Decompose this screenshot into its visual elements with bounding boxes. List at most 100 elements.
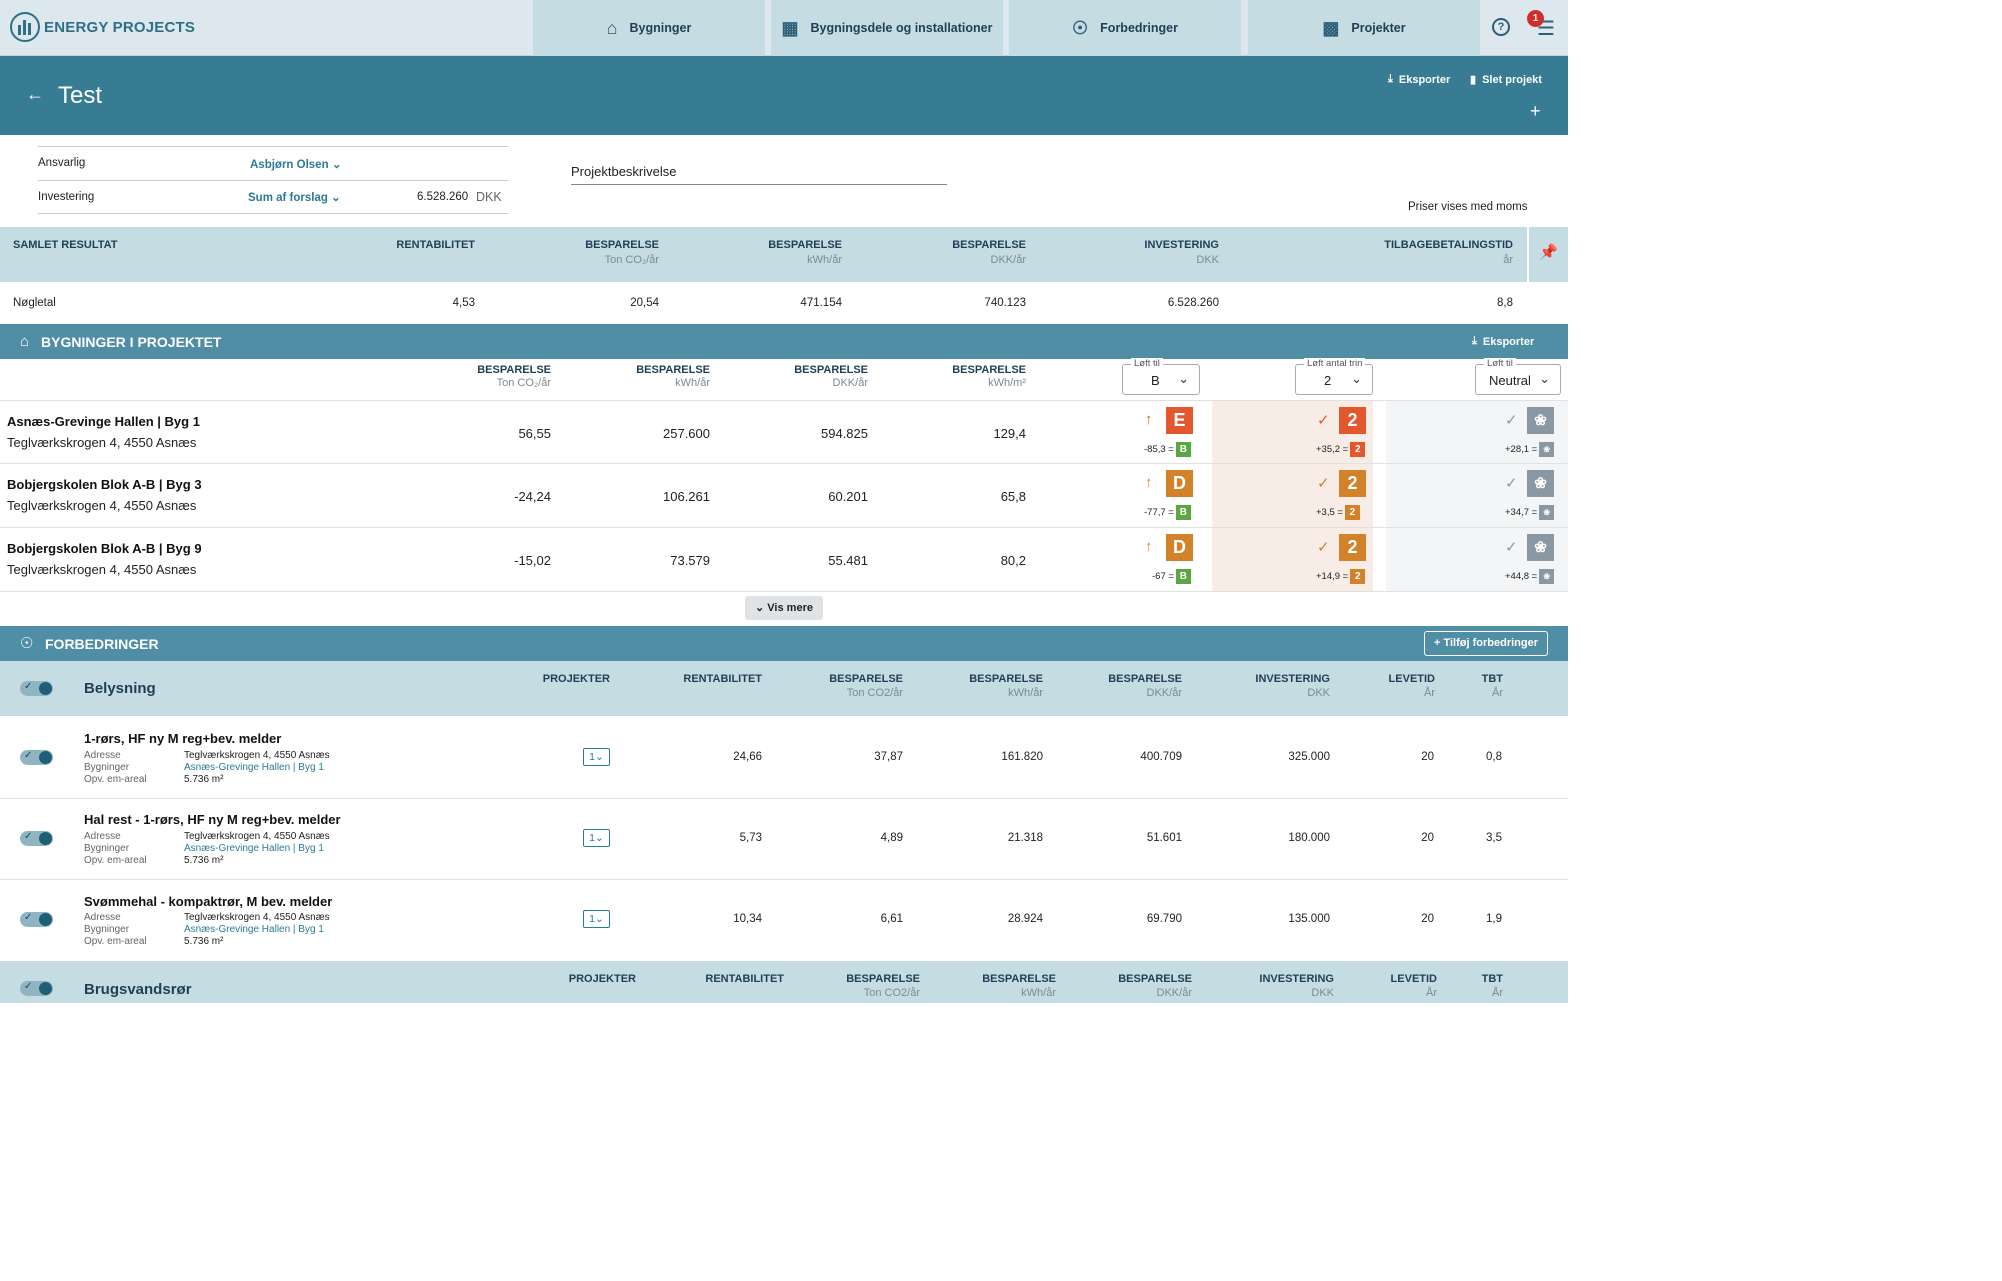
divider — [38, 213, 508, 214]
pin-icon[interactable]: 📌 — [1527, 227, 1568, 282]
nav-tab-bygninger[interactable]: ⌂ Bygninger — [533, 0, 765, 56]
export-label: Eksporter — [1398, 73, 1451, 86]
item-toggle[interactable]: ✓ — [20, 750, 53, 765]
summary-value: 4,53 — [452, 297, 475, 309]
check-icon: ✓ — [1505, 475, 1518, 492]
energy-label-tile: D — [1166, 470, 1193, 497]
app-logo[interactable]: ENERGY PROJECTS — [10, 12, 195, 42]
dkk-value: 69.790 — [1146, 913, 1182, 925]
group-toggle[interactable]: ✓ — [20, 681, 53, 696]
nav-tab-label: Projekter — [1351, 21, 1406, 35]
add-improvements-button[interactable]: + Tilføj forbedringer — [1424, 631, 1548, 656]
dkk-value: 51.601 — [1146, 832, 1182, 844]
address-value: Teglværkskrogen 4, 4550 Asnæs — [184, 831, 330, 842]
add-icon[interactable]: + — [1530, 101, 1541, 122]
item-toggle[interactable]: ✓ — [20, 912, 53, 927]
building-co2: 56,55 — [518, 426, 551, 441]
check-icon: ✓ — [1505, 539, 1518, 556]
lift-to-select[interactable]: Løft til B ⌄ — [1122, 358, 1200, 395]
nav-tab-forbedringer[interactable]: ☉ Forbedringer — [1009, 0, 1241, 56]
col-header: BESPARELSE Ton CO2/år — [829, 673, 903, 699]
responsible-select[interactable]: Asbjørn Olsen ⌄ — [250, 157, 341, 171]
col-header: BESPARELSE kWh/m² — [952, 364, 1026, 389]
lift-steps-select[interactable]: Løft antal trin 2 ⌄ — [1295, 358, 1373, 395]
building-link[interactable]: Asnæs-Grevinge Hallen | Byg 1 — [184, 843, 324, 854]
nav-tab-projekter[interactable]: ▩ Projekter — [1248, 0, 1480, 56]
buildings-export-button[interactable]: ⤓ Eksporter — [1472, 335, 1534, 348]
address-label: Adresse — [84, 831, 121, 842]
chevron-down-icon: ⌄ — [595, 751, 604, 763]
col-header: PROJEKTER — [542, 673, 610, 685]
co2-value: 6,61 — [880, 913, 903, 925]
project-description-field[interactable]: Projektbeskrivelse — [571, 164, 677, 179]
col-header: BESPARELSE DKK/år — [794, 364, 868, 389]
building-co2: -15,02 — [514, 553, 551, 568]
project-select[interactable]: 1⌄ — [583, 748, 610, 766]
summary-value: 20,54 — [630, 297, 659, 309]
group-toggle[interactable]: ✓ — [20, 981, 53, 996]
divider — [38, 146, 508, 147]
buildings-label: Bygninger — [84, 924, 130, 935]
investment-value: 135.000 — [1288, 913, 1330, 925]
back-arrow-icon[interactable]: ← — [26, 84, 44, 105]
area-value: 5.736 m² — [184, 936, 224, 947]
investment-mode-select[interactable]: Sum af forslag ⌄ — [248, 190, 341, 204]
export-label: Eksporter — [1482, 335, 1535, 348]
area-value: 5.736 m² — [184, 774, 224, 785]
label-change: -85,3 = B — [1144, 442, 1191, 457]
area-value: 5.736 m² — [184, 855, 224, 866]
summary-row-label: Nøgletal — [13, 297, 56, 309]
select-label: Løft til — [1131, 358, 1163, 369]
chevron-down-icon: ⌄ — [595, 913, 604, 925]
lifetime-value: 20 — [1421, 751, 1434, 763]
arrow-up-icon: ↑ — [1145, 411, 1153, 428]
neutral-change: +34,7 = ❀ — [1505, 505, 1555, 520]
check-icon: ✓ — [1317, 412, 1330, 429]
check-icon: ✓ — [1317, 539, 1330, 556]
export-button[interactable]: ⤓ Eksporter — [1388, 73, 1450, 86]
leaf-icon: ❀ — [1527, 407, 1554, 434]
lift-neutral-select[interactable]: Løft til Neutral ⌄ — [1475, 358, 1561, 395]
delete-project-button[interactable]: ▮ Slet projekt — [1470, 73, 1542, 87]
check-icon: ✓ — [1505, 412, 1518, 429]
col-header: BESPARELSE Ton CO₂/år — [585, 239, 659, 266]
improvement-title[interactable]: 1-rørs, HF ny M reg+bev. melder — [84, 731, 281, 746]
steps-change: +3,5 = 2 — [1316, 505, 1360, 520]
buildings-section-title: BYGNINGER I PROJEKTET — [41, 334, 222, 350]
project-select[interactable]: 1⌄ — [583, 829, 610, 847]
nav-tab-label: Bygninger — [629, 21, 692, 35]
logo-icon — [10, 12, 40, 42]
address-label: Adresse — [84, 750, 121, 761]
chevron-down-icon: ⌄ — [1178, 371, 1189, 386]
building-name[interactable]: Asnæs-Grevinge Hallen | Byg 1 — [7, 414, 200, 429]
investment-value: 180.000 — [1288, 832, 1330, 844]
chevron-down-icon: ⌄ — [1351, 371, 1362, 386]
download-icon: ⤓ — [1388, 73, 1393, 85]
help-icon[interactable]: ? — [1492, 18, 1510, 36]
building-dkk: 60.201 — [828, 489, 868, 504]
building-name[interactable]: Bobjergskolen Blok A-B | Byg 9 — [7, 541, 202, 556]
col-header: BESPARELSE kWh/år — [969, 673, 1043, 699]
show-more-button[interactable]: ⌄ Vis mere — [745, 596, 823, 620]
select-value: 2 — [1324, 373, 1332, 388]
tbt-value: 3,5 — [1486, 832, 1502, 844]
building-link[interactable]: Asnæs-Grevinge Hallen | Byg 1 — [184, 924, 324, 935]
project-select[interactable]: 1⌄ — [583, 910, 610, 928]
col-header: TBT År — [1481, 673, 1503, 699]
responsible-label: Ansvarlig — [38, 157, 86, 169]
building-address: Teglværkskrogen 4, 4550 Asnæs — [7, 562, 197, 577]
building-link[interactable]: Asnæs-Grevinge Hallen | Byg 1 — [184, 762, 324, 773]
col-header: BESPARELSE DKK/år — [1108, 673, 1182, 699]
col-header: BESPARELSE DKK/år — [952, 239, 1026, 266]
col-header: BESPARELSE Ton CO2/år — [846, 973, 920, 999]
rent-value: 10,34 — [733, 913, 762, 925]
summary-title: SAMLET RESULTAT — [13, 239, 118, 251]
building-co2: -24,24 — [514, 489, 551, 504]
building-dkk: 594.825 — [821, 426, 868, 441]
improvement-title[interactable]: Svømmehal - kompaktrør, M bev. melder — [84, 894, 332, 909]
leaf-icon: ❀ — [1539, 505, 1555, 520]
nav-tab-bygningsdele[interactable]: ▦ Bygningsdele og installationer — [771, 0, 1003, 56]
item-toggle[interactable]: ✓ — [20, 831, 53, 846]
improvement-title[interactable]: Hal rest - 1-rørs, HF ny M reg+bev. meld… — [84, 812, 341, 827]
building-name[interactable]: Bobjergskolen Blok A-B | Byg 3 — [7, 477, 202, 492]
